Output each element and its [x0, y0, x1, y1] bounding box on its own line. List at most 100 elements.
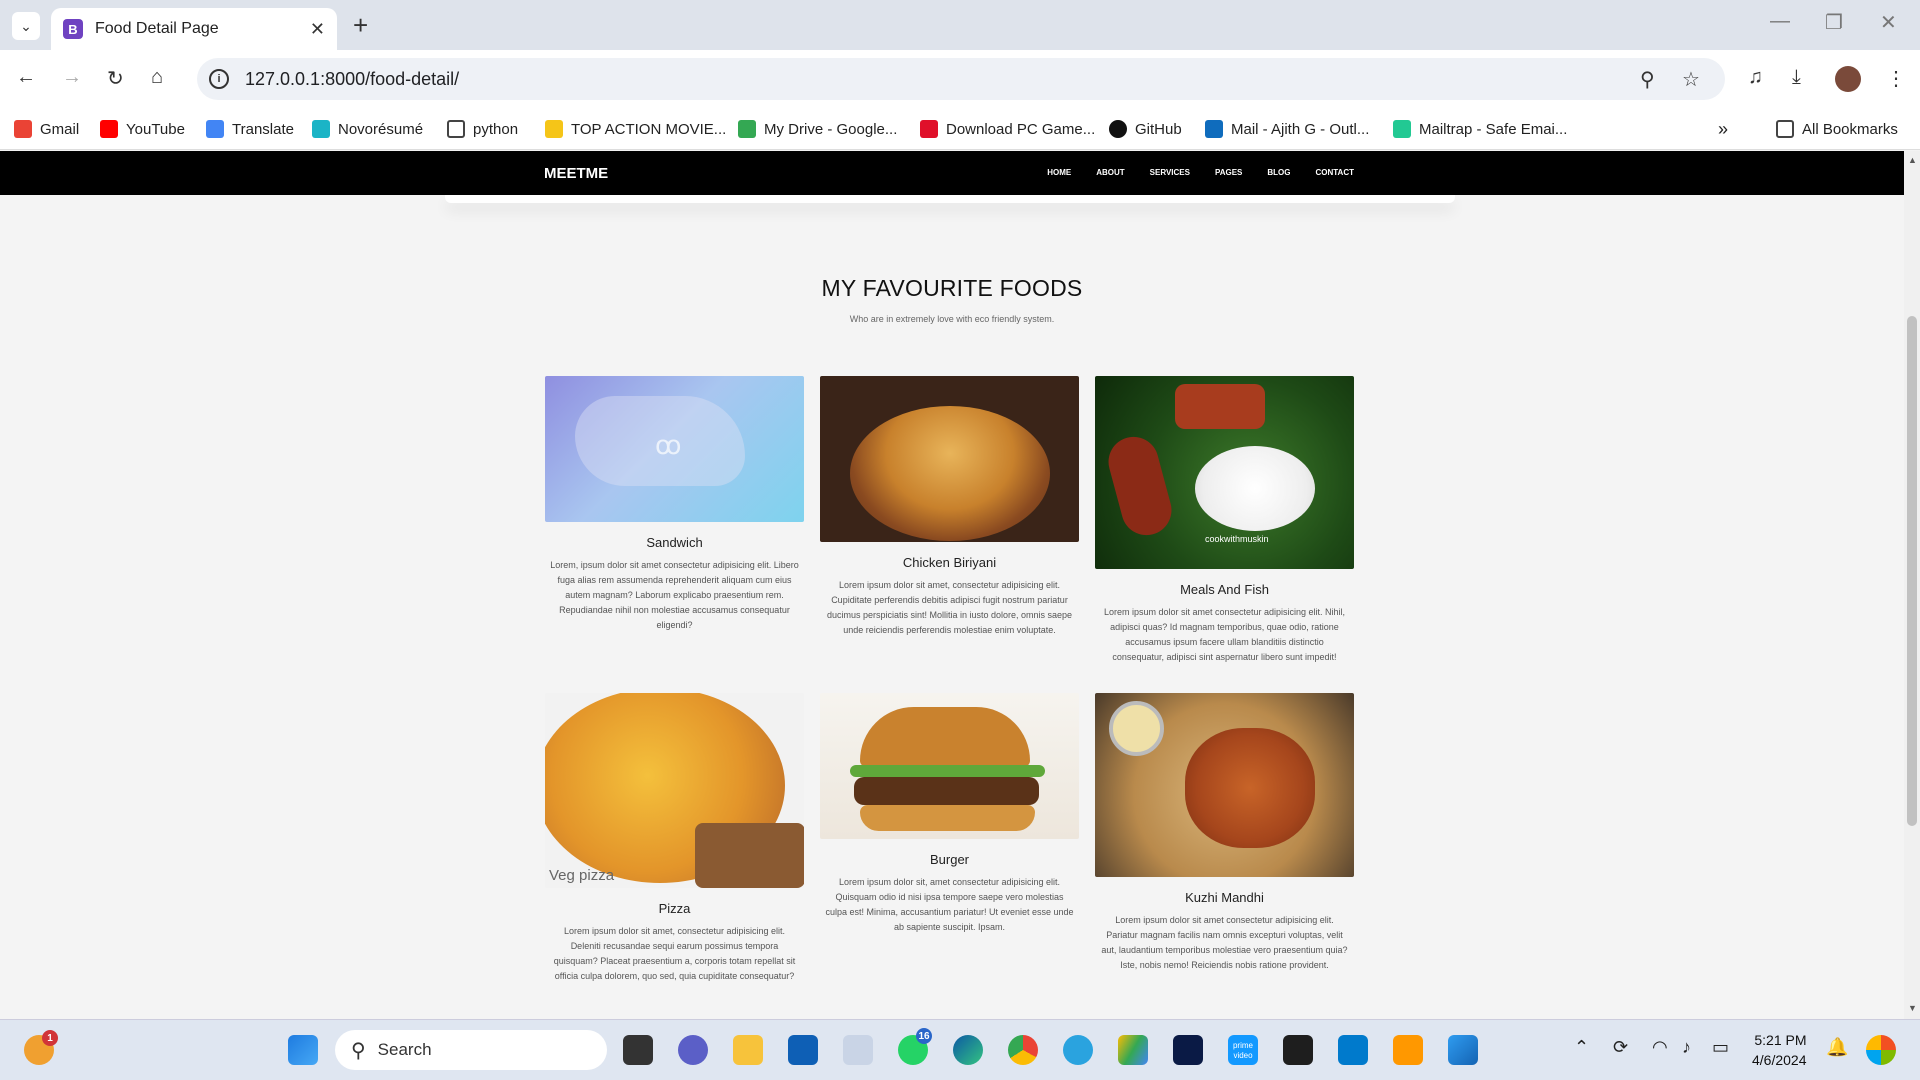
bookmark-top-action-movies[interactable]: TOP ACTION MOVIE...	[545, 116, 726, 142]
prime-video-icon[interactable]: prime video	[1228, 1035, 1258, 1065]
search-icon: ⚲	[351, 1039, 366, 1062]
home-icon[interactable]: ⌂	[151, 66, 163, 89]
nav-services[interactable]: SERVICES	[1150, 168, 1190, 177]
novoresume-icon	[312, 120, 330, 138]
wifi-icon[interactable]: ◠	[1652, 1037, 1668, 1058]
tab-search-dropdown-icon[interactable]: ⌄	[12, 12, 40, 40]
microsoft-store-icon[interactable]	[788, 1035, 818, 1065]
back-icon[interactable]: ←	[16, 66, 36, 89]
food-description: Lorem ipsum dolor sit amet consectetur a…	[1103, 607, 1346, 662]
bookmark-youtube[interactable]: YouTube	[100, 116, 185, 142]
ghost-icon	[920, 120, 938, 138]
reload-icon[interactable]: ↻	[107, 66, 124, 91]
windows-start-icon[interactable]	[288, 1035, 318, 1065]
disney-plus-icon[interactable]	[1173, 1035, 1203, 1065]
bookmark-mailtrap[interactable]: Mailtrap - Safe Emai...	[1393, 116, 1567, 142]
site-navbar: MEETME HOME ABOUT SERVICES PAGES BLOG CO…	[0, 151, 1904, 195]
battery-icon[interactable]: ▭	[1712, 1037, 1729, 1058]
media-control-icon[interactable]: ♫	[1748, 66, 1763, 89]
scroll-down-arrow-icon[interactable]: ▼	[1908, 1003, 1917, 1013]
fish-fry-shape	[1102, 431, 1178, 541]
whatsapp-badge: 16	[916, 1028, 932, 1044]
zoom-icon[interactable]: ⚲	[1640, 67, 1655, 92]
site-info-icon[interactable]: i	[209, 69, 229, 89]
scroll-up-arrow-icon[interactable]: ▲	[1908, 155, 1917, 165]
terminal-icon[interactable]	[1283, 1035, 1313, 1065]
food-description: Lorem, ipsum dolor sit amet consectetur …	[550, 560, 799, 630]
food-image-chicken-biriyani	[820, 376, 1079, 542]
biriyani-bowl-shape	[850, 406, 1050, 541]
food-card-sandwich: ꝏ Sandwich Lorem, ipsum dolor sit amet c…	[545, 376, 804, 633]
bookmark-my-drive[interactable]: My Drive - Google...	[738, 116, 897, 142]
nav-home[interactable]: HOME	[1047, 168, 1071, 177]
food-name: Pizza	[658, 901, 691, 916]
snipping-tool-icon[interactable]	[843, 1035, 873, 1065]
address-bar[interactable]: i 127.0.0.1:8000/food-detail/ ⚲ ☆	[197, 58, 1725, 100]
download-icon[interactable]: ⤓	[1792, 66, 1801, 89]
show-hidden-icons-icon[interactable]: ⌃	[1574, 1037, 1589, 1058]
scroll-thumb[interactable]	[1907, 316, 1917, 826]
imdb-icon	[545, 120, 563, 138]
site-brand[interactable]: MEETME	[544, 165, 608, 182]
all-bookmarks[interactable]: All Bookmarks	[1776, 116, 1898, 142]
tab-close-icon[interactable]: ✕	[310, 19, 325, 40]
image-caption: Veg pizza	[549, 867, 615, 884]
profile-avatar[interactable]	[1835, 66, 1861, 92]
bookmark-download-pc-games[interactable]: Download PC Game...	[920, 116, 1095, 142]
menu-kebab-icon[interactable]: ⋮	[1886, 66, 1906, 91]
bookmark-python-folder[interactable]: python	[447, 116, 518, 142]
bun-top-shape	[860, 707, 1030, 767]
nav-contact[interactable]: CONTACT	[1315, 168, 1354, 177]
google-drive-icon[interactable]	[1118, 1035, 1148, 1065]
sync-icon[interactable]: ⟳	[1613, 1037, 1628, 1058]
nav-blog[interactable]: BLOG	[1267, 168, 1290, 177]
new-tab-icon[interactable]: +	[353, 10, 368, 41]
tab-title: Food Detail Page	[95, 20, 219, 37]
bootstrap-favicon-icon: B	[63, 19, 83, 39]
nav-about[interactable]: ABOUT	[1096, 168, 1124, 177]
bun-bottom-shape	[860, 805, 1035, 831]
notification-bell-icon[interactable]: 🔔	[1826, 1037, 1848, 1058]
task-view-icon[interactable]	[623, 1035, 653, 1065]
gmail-icon	[14, 120, 32, 138]
volume-icon[interactable]: ♪	[1682, 1037, 1691, 1058]
file-explorer-icon[interactable]	[733, 1035, 763, 1065]
bookmark-github[interactable]: GitHub	[1109, 116, 1182, 142]
bookmark-novoresume[interactable]: Novorésumé	[312, 116, 423, 142]
page-scrollbar[interactable]: ▲ ▼	[1904, 151, 1920, 1019]
outlook-icon	[1205, 120, 1223, 138]
logo-watermark-icon: ꝏ	[655, 430, 682, 460]
nav-pages[interactable]: PAGES	[1215, 168, 1242, 177]
browser-tab[interactable]: B Food Detail Page ✕	[51, 8, 337, 50]
sublime-text-icon[interactable]	[1393, 1035, 1423, 1065]
photos-icon[interactable]	[1448, 1035, 1478, 1065]
bookmark-outlook-mail[interactable]: Mail - Ajith G - Outl...	[1205, 116, 1369, 142]
mailtrap-icon	[1393, 120, 1411, 138]
github-icon	[1109, 120, 1127, 138]
vscode-icon[interactable]	[1338, 1035, 1368, 1065]
edge-icon[interactable]	[953, 1035, 983, 1065]
taskbar-search[interactable]: ⚲ Search	[335, 1030, 607, 1070]
teams-chat-icon[interactable]	[678, 1035, 708, 1065]
url-text[interactable]: 127.0.0.1:8000/food-detail/	[245, 69, 459, 90]
forward-icon[interactable]: →	[62, 66, 82, 89]
food-description: Lorem ipsum dolor sit, amet consectetur …	[825, 877, 1074, 932]
bookmark-star-icon[interactable]: ☆	[1682, 67, 1700, 92]
chrome-icon[interactable]	[1008, 1035, 1038, 1065]
food-card-kuzhi-mandhi: Kuzhi Mandhi Lorem ipsum dolor sit amet …	[1095, 693, 1354, 973]
restore-icon[interactable]: ❐	[1825, 10, 1843, 35]
lettuce-shape	[850, 765, 1045, 777]
minimize-icon[interactable]: —	[1770, 10, 1790, 33]
bookmark-gmail[interactable]: Gmail	[14, 116, 79, 142]
board-shape	[695, 823, 804, 888]
food-description: Lorem ipsum dolor sit amet consectetur a…	[1101, 915, 1348, 970]
more-bookmarks-icon[interactable]: »	[1718, 116, 1728, 142]
copilot-icon[interactable]	[1866, 1035, 1896, 1065]
food-name: Meals And Fish	[1180, 582, 1269, 597]
folder-icon	[1776, 120, 1794, 138]
system-clock[interactable]: 5:21 PM 4/6/2024	[1752, 1030, 1807, 1070]
bookmark-translate[interactable]: Translate	[206, 116, 294, 142]
window-close-icon[interactable]: ✕	[1880, 10, 1897, 35]
food-image-sandwich: ꝏ	[545, 376, 804, 522]
telegram-icon[interactable]	[1063, 1035, 1093, 1065]
